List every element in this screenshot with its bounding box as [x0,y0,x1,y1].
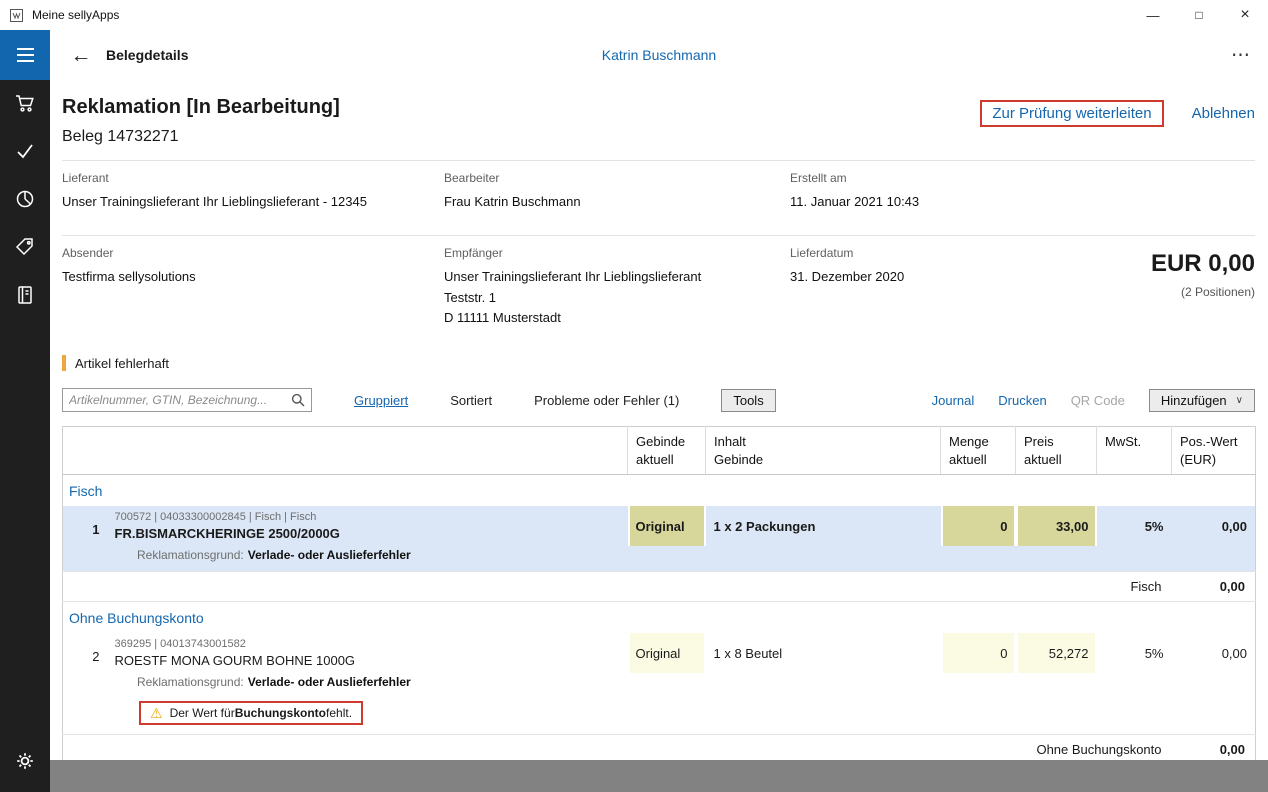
document-title: Reklamation [In Bearbeitung] [62,96,340,119]
table-header-row: Gebinde aktuell Inhalt Gebinde Menge akt… [63,427,1256,475]
filter-probleme[interactable]: Probleme oder Fehler (1) [534,393,679,408]
menge-cell[interactable]: 0 [941,633,1016,673]
status-note: Artikel fehlerhaft [62,355,1255,371]
sidebar-item-tag[interactable] [0,224,50,272]
window-title: Meine sellyApps [32,8,119,22]
col-num [63,427,107,475]
tools-button[interactable]: Tools [721,389,775,412]
reklamationsgrund-row: Reklamationsgrund:Verlade- oder Ausliefe… [63,546,1256,572]
fields-row-1: Lieferant Unser Trainingslieferant Ihr L… [50,161,1268,221]
positions-table: Gebinde aktuell Inhalt Gebinde Menge akt… [62,426,1256,792]
journal-link[interactable]: Journal [932,393,975,408]
sidebar [0,30,50,792]
col-wert: Pos.-Wert (EUR) [1172,427,1256,475]
titlebar: Meine sellyApps — □ × [0,0,1268,30]
preis-cell[interactable]: 33,00 [1016,506,1097,546]
wert-cell: 0,00 [1172,506,1256,546]
field-absender: Absender Testfirma sellysolutions [62,246,444,329]
hamburger-menu-button[interactable] [0,30,50,80]
hamburger-icon [17,48,34,50]
chevron-down-icon: ∨ [1236,395,1243,406]
field-erstellt-am: Erstellt am 11. Januar 2021 10:43 [790,171,1255,213]
group-footer-fisch: Fisch 0,00 [63,572,1256,602]
filter-gruppiert[interactable]: Gruppiert [354,393,408,408]
sidebar-item-check[interactable] [0,128,50,176]
fields-row-2: Absender Testfirma sellysolutions Empfän… [50,236,1268,337]
status-note-text: Artikel fehlerhaft [75,356,169,371]
annotation-highlight-forward: Zur Prüfung weiterleiten [980,100,1163,127]
close-button[interactable]: × [1222,0,1268,30]
forward-for-review-link[interactable]: Zur Prüfung weiterleiten [992,105,1151,122]
minimize-button[interactable]: — [1130,0,1176,30]
page-header: ← Belegdetails Katrin Buschmann ⋯ [50,30,1268,80]
total-block: EUR 0,00 (2 Positionen) [1151,250,1255,299]
user-name-link[interactable]: Katrin Buschmann [602,47,716,63]
add-button[interactable]: Hinzufügen∨ [1149,389,1255,412]
search-icon[interactable] [291,393,305,407]
sidebar-item-settings[interactable] [0,738,50,786]
total-amount: EUR 0,00 [1151,250,1255,278]
document-header: Reklamation [In Bearbeitung] Beleg 14732… [50,80,1268,146]
document-actions: Zur Prüfung weiterleiten Ablehnen [980,100,1255,127]
inhalt-cell: 1 x 2 Packungen [706,506,941,546]
col-description [107,427,628,475]
validation-warning: ⚠ Der Wert für Buchungskonto fehlt. [139,701,363,725]
pie-chart-icon [14,188,36,213]
app-icon [9,8,24,23]
field-empfaenger: Empfänger Unser Trainingslieferant Ihr L… [444,246,790,329]
more-options-icon[interactable]: ⋯ [1231,44,1250,67]
group-header-ohne-buchungskonto[interactable]: Ohne Buchungskonto [63,602,1256,634]
gear-icon [14,750,36,775]
gebinde-cell[interactable]: Original [628,633,706,673]
positions-count: (2 Positionen) [1151,285,1255,299]
col-preis: Preis aktuell [1016,427,1097,475]
main-area: ← Belegdetails Katrin Buschmann ⋯ Reklam… [50,30,1268,792]
preis-cell[interactable]: 52,272 [1016,633,1097,673]
field-lieferant: Lieferant Unser Trainingslieferant Ihr L… [62,171,444,213]
maximize-button[interactable]: □ [1176,0,1222,30]
col-mwst: MwSt. [1097,427,1172,475]
table-row[interactable]: 2 369295 | 04013743001582 ROESTF MONA GO… [63,633,1256,673]
warning-icon: ⚠ [150,706,163,720]
drucken-link[interactable]: Drucken [998,393,1046,408]
table-row[interactable]: 1 700572 | 04033300002845 | Fisch | Fisc… [63,506,1256,546]
bottom-bar [50,760,1268,792]
search-input[interactable] [63,393,291,407]
mwst-cell: 5% [1097,506,1172,546]
cart-icon [14,92,36,117]
gebinde-cell[interactable]: Original [628,506,706,546]
search-box [62,388,312,412]
filter-sortiert[interactable]: Sortiert [450,393,492,408]
mwst-cell: 5% [1097,633,1172,673]
group-header-fisch[interactable]: Fisch [63,475,1256,507]
status-bar-icon [62,355,66,371]
item-description: 369295 | 04013743001582 ROESTF MONA GOUR… [107,633,628,673]
validation-warning-row: ⚠ Der Wert für Buchungskonto fehlt. [63,698,1256,735]
sidebar-item-journal[interactable] [0,272,50,320]
document-number: Beleg 14732271 [62,128,340,146]
col-inhalt: Inhalt Gebinde [706,427,941,475]
toolbar: Gruppiert Sortiert Probleme oder Fehler … [62,388,1255,412]
sidebar-item-cart[interactable] [0,80,50,128]
field-bearbeiter: Bearbeiter Frau Katrin Buschmann [444,171,790,213]
menge-cell[interactable]: 0 [941,506,1016,546]
col-gebinde: Gebinde aktuell [628,427,706,475]
book-icon [14,284,36,309]
inhalt-cell: 1 x 8 Beutel [706,633,941,673]
sidebar-item-statistics[interactable] [0,176,50,224]
back-button[interactable]: ← [62,45,100,66]
document-titles: Reklamation [In Bearbeitung] Beleg 14732… [62,96,340,146]
page-title: Belegdetails [106,47,188,63]
reject-link[interactable]: Ablehnen [1192,105,1255,122]
wert-cell: 0,00 [1172,633,1256,673]
item-description: 700572 | 04033300002845 | Fisch | Fisch … [107,506,628,546]
check-icon [14,140,36,165]
col-menge: Menge aktuell [941,427,1016,475]
tag-icon [14,236,36,261]
qr-code-link: QR Code [1071,393,1125,408]
window-controls: — □ × [1130,0,1268,30]
reklamationsgrund-row: Reklamationsgrund:Verlade- oder Ausliefe… [63,673,1256,698]
